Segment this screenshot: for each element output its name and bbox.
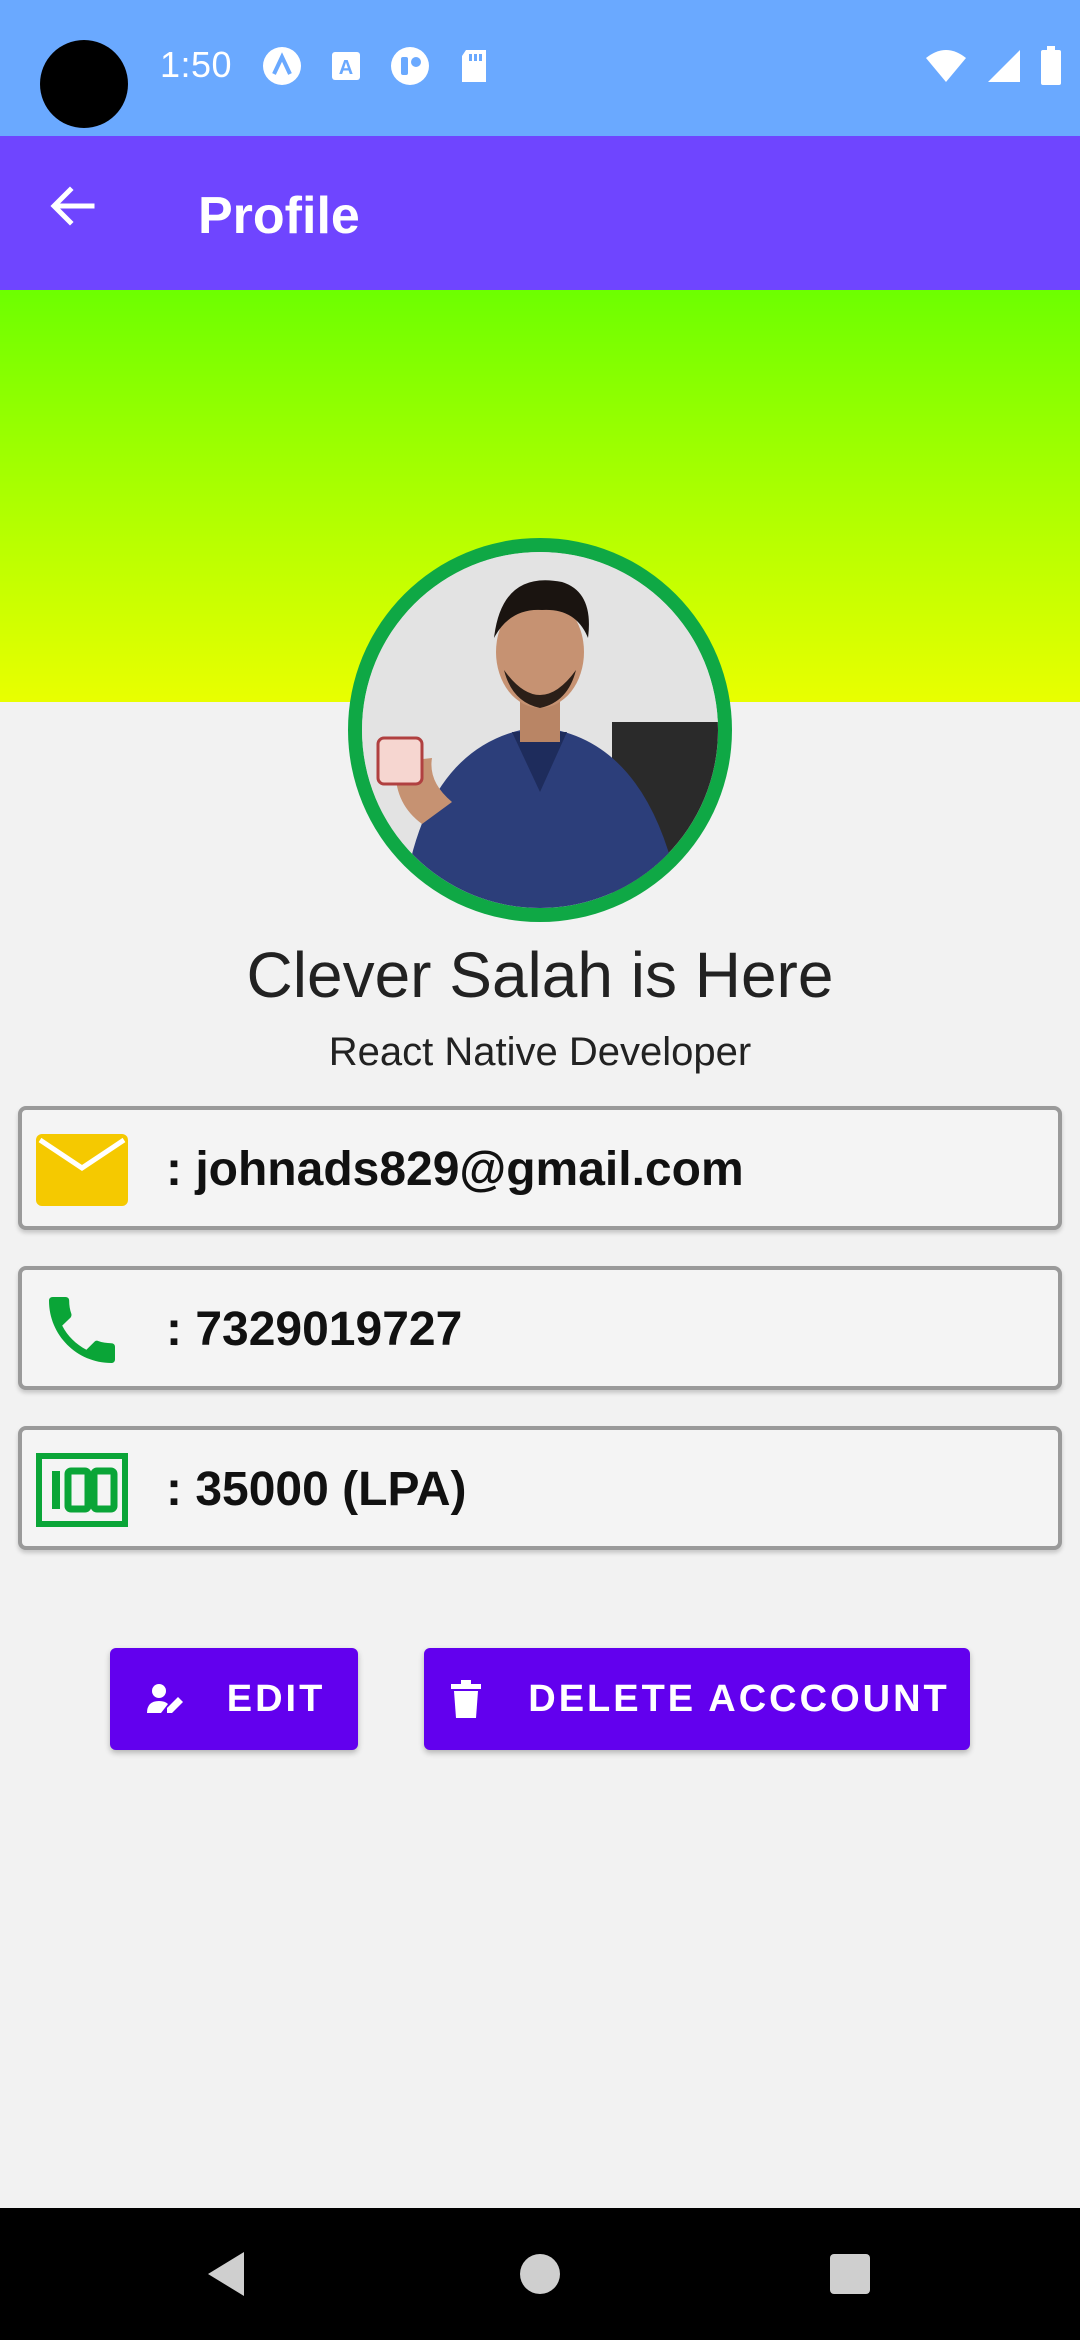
trash-icon — [444, 1677, 488, 1721]
camera-cutout — [40, 40, 128, 128]
battery-icon — [1040, 46, 1062, 91]
system-icons — [924, 46, 1062, 91]
delete-button-label: DELETE ACCCOUNT — [528, 1677, 950, 1720]
phone-row: : 7329019727 — [18, 1266, 1062, 1390]
system-nav-bar — [0, 2208, 1080, 2340]
email-row: : johnads829@gmail.com — [18, 1106, 1062, 1230]
email-value: : johnads829@gmail.com — [166, 1143, 744, 1196]
avatar-frame — [348, 538, 732, 922]
phone-icon — [36, 1284, 128, 1376]
delete-account-button[interactable]: DELETE ACCCOUNT — [424, 1648, 970, 1750]
signal-icon — [986, 48, 1022, 89]
page-title: Profile — [198, 187, 360, 245]
edit-user-icon — [143, 1677, 187, 1721]
salary-value: : 35000 (LPA) — [166, 1463, 467, 1516]
arrow-left-icon — [48, 182, 96, 235]
edit-button[interactable]: EDIT — [110, 1648, 358, 1750]
profile-role: React Native Developer — [328, 1030, 752, 1074]
home-circle-icon[interactable] — [510, 2244, 570, 2304]
sd-card-icon — [454, 46, 494, 86]
status-bar: 1:50 A — [0, 0, 1080, 136]
phone-value: : 7329019727 — [166, 1303, 463, 1356]
back-triangle-icon[interactable] — [196, 2244, 256, 2304]
recents-square-icon[interactable] — [820, 2244, 880, 2304]
avatar — [362, 552, 718, 908]
salary-row: : 35000 (LPA) — [18, 1426, 1062, 1550]
email-icon — [36, 1124, 128, 1216]
wifi-icon — [924, 48, 968, 89]
notification-icons: A — [262, 46, 494, 86]
hundred-icon — [36, 1444, 128, 1536]
app-bar: Profile — [0, 136, 1080, 290]
status-time: 1:50 — [160, 44, 233, 85]
a-icon — [262, 46, 302, 86]
profile-name: Clever Salah is Here — [246, 939, 834, 1011]
toggle-icon — [390, 46, 430, 86]
edit-button-label: EDIT — [226, 1677, 326, 1720]
translate-icon: A — [326, 46, 366, 86]
back-button[interactable] — [36, 172, 108, 244]
svg-text:A: A — [339, 57, 353, 79]
